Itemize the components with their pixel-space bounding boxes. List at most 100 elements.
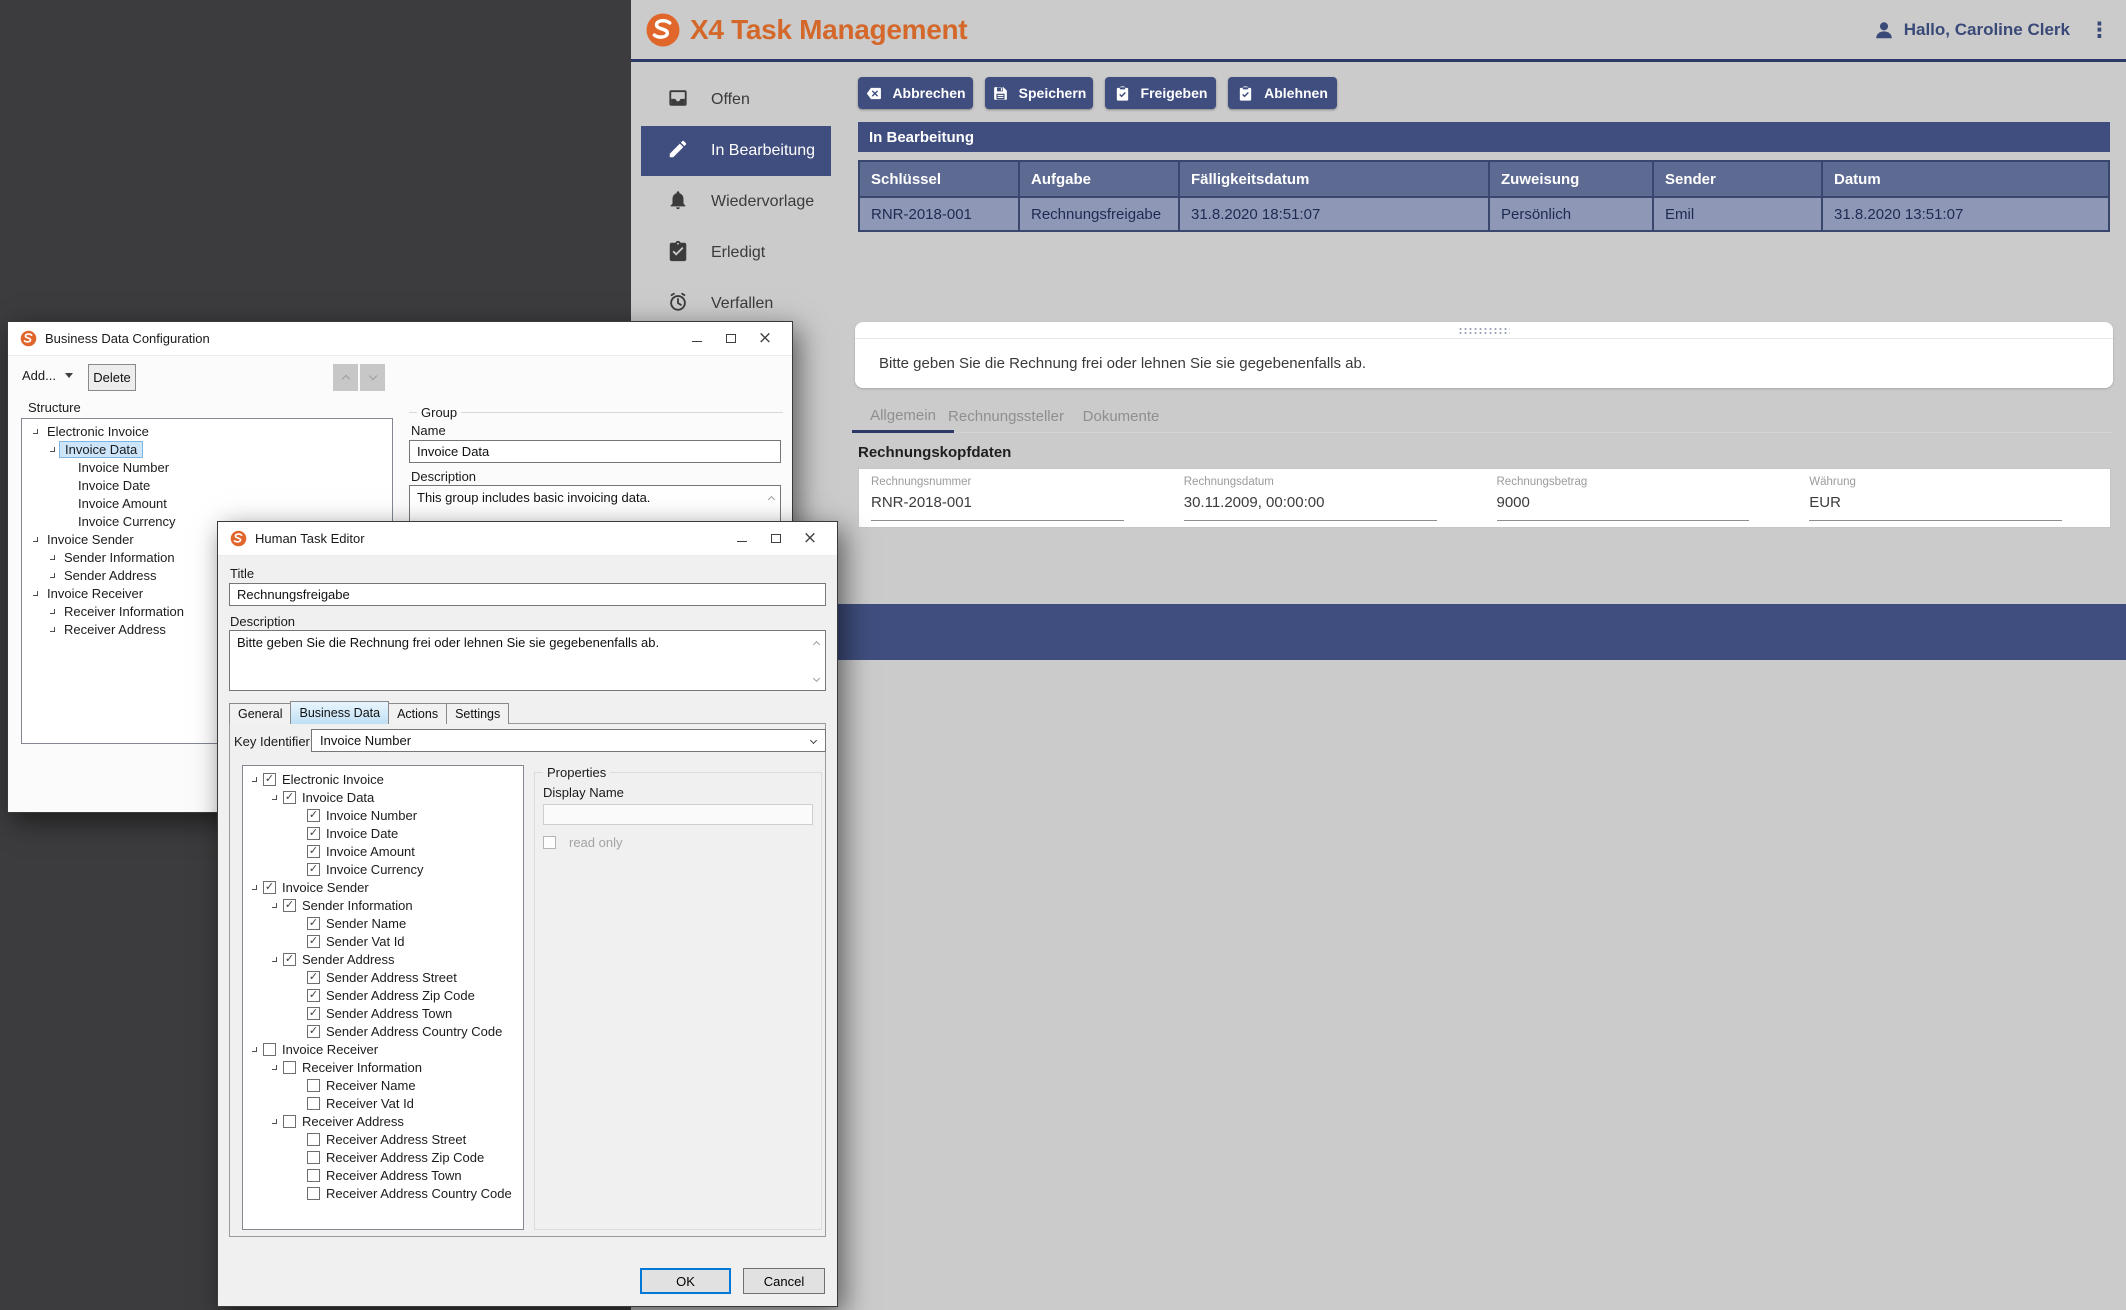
tree-checkbox[interactable]	[307, 1169, 320, 1182]
structure-tree-row[interactable]: Invoice Amount	[22, 494, 392, 512]
table-row[interactable]: RNR-2018-001Rechnungsfreigabe31.8.2020 1…	[860, 196, 2108, 230]
business-data-tree-row[interactable]: Receiver Address Country Code	[243, 1184, 523, 1202]
minimize-button[interactable]	[725, 525, 759, 553]
tree-checkbox[interactable]	[283, 899, 296, 912]
tree-checkbox[interactable]	[283, 1115, 296, 1128]
toolbar-button[interactable]: Freigeben	[1105, 77, 1216, 109]
tree-checkbox[interactable]	[307, 845, 320, 858]
tree-checkbox[interactable]	[307, 1133, 320, 1146]
toolbar-button[interactable]: Speichern	[985, 77, 1093, 109]
tree-checkbox[interactable]	[307, 1079, 320, 1092]
minimize-button[interactable]	[680, 325, 714, 353]
business-data-tree-row[interactable]: Receiver Address Zip Code	[243, 1148, 523, 1166]
editor-tab[interactable]: Actions	[388, 703, 447, 724]
group-name-input[interactable]	[409, 440, 781, 463]
field-value[interactable]: RNR-2018-001	[871, 494, 1124, 511]
tree-checkbox[interactable]	[307, 809, 320, 822]
sidebar-item[interactable]: In Bearbeitung	[641, 126, 831, 176]
business-data-tree-row[interactable]: Sender Address Zip Code	[243, 986, 523, 1004]
tree-checkbox[interactable]	[307, 863, 320, 876]
tree-checkbox[interactable]	[307, 1151, 320, 1164]
sidebar-item[interactable]: Wiedervorlage	[641, 177, 831, 227]
business-data-tree-row[interactable]: Sender Name	[243, 914, 523, 932]
business-data-tree-row[interactable]: Receiver Address Street	[243, 1130, 523, 1148]
structure-tree-row[interactable]: Invoice Number	[22, 458, 392, 476]
tree-checkbox[interactable]	[283, 953, 296, 966]
field-value[interactable]: EUR	[1809, 494, 2062, 511]
business-data-tree-row[interactable]: Receiver Address Town	[243, 1166, 523, 1184]
tree-checkbox[interactable]	[307, 1097, 320, 1110]
business-data-tree-row[interactable]: Receiver Address	[243, 1112, 523, 1130]
kebab-menu-icon[interactable]: ⋮	[2089, 18, 2110, 42]
business-data-tree-row[interactable]: Invoice Date	[243, 824, 523, 842]
scroll-up-icon[interactable]	[810, 637, 822, 649]
business-data-tree-row[interactable]: Sender Vat Id	[243, 932, 523, 950]
tree-checkbox[interactable]	[263, 773, 276, 786]
maximize-button[interactable]	[714, 325, 748, 353]
business-data-tree-row[interactable]: Sender Address Street	[243, 968, 523, 986]
tree-checkbox[interactable]	[307, 1187, 320, 1200]
field-value[interactable]: 30.11.2009, 00:00:00	[1184, 494, 1437, 511]
business-data-tree-row[interactable]: Sender Address	[243, 950, 523, 968]
detail-tab[interactable]: Dokumente	[1070, 400, 1172, 433]
scroll-up-icon[interactable]	[765, 492, 777, 504]
business-data-tree-row[interactable]: Receiver Information	[243, 1058, 523, 1076]
maximize-button[interactable]	[759, 525, 793, 553]
tree-checkbox[interactable]	[307, 1025, 320, 1038]
business-data-tree-row[interactable]: Invoice Number	[243, 806, 523, 824]
tree-checkbox[interactable]	[283, 791, 296, 804]
table-header-cell[interactable]: Sender	[1654, 162, 1823, 196]
user-block[interactable]: Hallo, Caroline Clerk ⋮	[1873, 18, 2110, 42]
dialog-titlebar[interactable]: Human Task Editor ×	[218, 522, 837, 556]
business-data-tree-row[interactable]: Sender Information	[243, 896, 523, 914]
tree-checkbox[interactable]	[307, 971, 320, 984]
editor-tab[interactable]: Settings	[446, 703, 509, 724]
ok-button[interactable]: OK	[640, 1268, 731, 1294]
dialog-titlebar[interactable]: Business Data Configuration ×	[8, 322, 792, 356]
table-header-cell[interactable]: Zuweisung	[1490, 162, 1654, 196]
detail-tab[interactable]: Allgemein	[852, 400, 954, 433]
delete-button[interactable]: Delete	[88, 364, 136, 391]
task-title-input[interactable]	[229, 583, 826, 606]
scroll-down-icon[interactable]	[810, 674, 822, 686]
editor-tab[interactable]: Business Data	[290, 701, 389, 724]
tree-checkbox[interactable]	[307, 1007, 320, 1020]
tree-checkbox[interactable]	[283, 1061, 296, 1074]
structure-tree-row[interactable]: Electronic Invoice	[22, 422, 392, 440]
structure-tree-row[interactable]: Invoice Data	[22, 440, 392, 458]
toolbar-button[interactable]: Abbrechen	[858, 77, 973, 109]
business-data-tree-row[interactable]: Sender Address Town	[243, 1004, 523, 1022]
editor-tab[interactable]: General	[229, 703, 291, 724]
business-data-tree-row[interactable]: Invoice Data	[243, 788, 523, 806]
table-header-cell[interactable]: Schlüssel	[860, 162, 1020, 196]
close-button[interactable]: ×	[748, 325, 782, 353]
task-description-textarea[interactable]: Bitte geben Sie die Rechnung frei oder l…	[229, 630, 826, 691]
business-data-tree-row[interactable]: Receiver Name	[243, 1076, 523, 1094]
field-value[interactable]: 9000	[1497, 494, 1750, 511]
move-up-button[interactable]	[333, 364, 358, 391]
business-data-tree-row[interactable]: Sender Address Country Code	[243, 1022, 523, 1040]
tree-checkbox[interactable]	[307, 935, 320, 948]
tree-checkbox[interactable]	[263, 1043, 276, 1056]
tree-checkbox[interactable]	[263, 881, 276, 894]
close-button[interactable]: ×	[793, 525, 827, 553]
table-header-cell[interactable]: Datum	[1823, 162, 2108, 196]
business-data-tree-row[interactable]: Invoice Amount	[243, 842, 523, 860]
add-dropdown-button[interactable]: Add...	[22, 368, 73, 383]
tree-checkbox[interactable]	[307, 827, 320, 840]
sidebar-item[interactable]: Erledigt	[641, 228, 831, 278]
business-data-tree-row[interactable]: Receiver Vat Id	[243, 1094, 523, 1112]
business-data-tree-row[interactable]: Electronic Invoice	[243, 770, 523, 788]
key-identifier-combobox[interactable]: Invoice Number	[311, 729, 826, 752]
sidebar-item[interactable]: Offen	[641, 75, 831, 125]
tree-checkbox[interactable]	[307, 989, 320, 1002]
drag-handle[interactable]	[1458, 327, 1510, 334]
toolbar-button[interactable]: Ablehnen	[1228, 77, 1337, 109]
table-header-cell[interactable]: Aufgabe	[1020, 162, 1180, 196]
tree-checkbox[interactable]	[307, 917, 320, 930]
table-header-cell[interactable]: Fälligkeitsdatum	[1180, 162, 1490, 196]
business-data-tree-row[interactable]: Invoice Sender	[243, 878, 523, 896]
business-data-tree-row[interactable]: Invoice Receiver	[243, 1040, 523, 1058]
business-data-tree-row[interactable]: Invoice Currency	[243, 860, 523, 878]
structure-tree-row[interactable]: Invoice Date	[22, 476, 392, 494]
